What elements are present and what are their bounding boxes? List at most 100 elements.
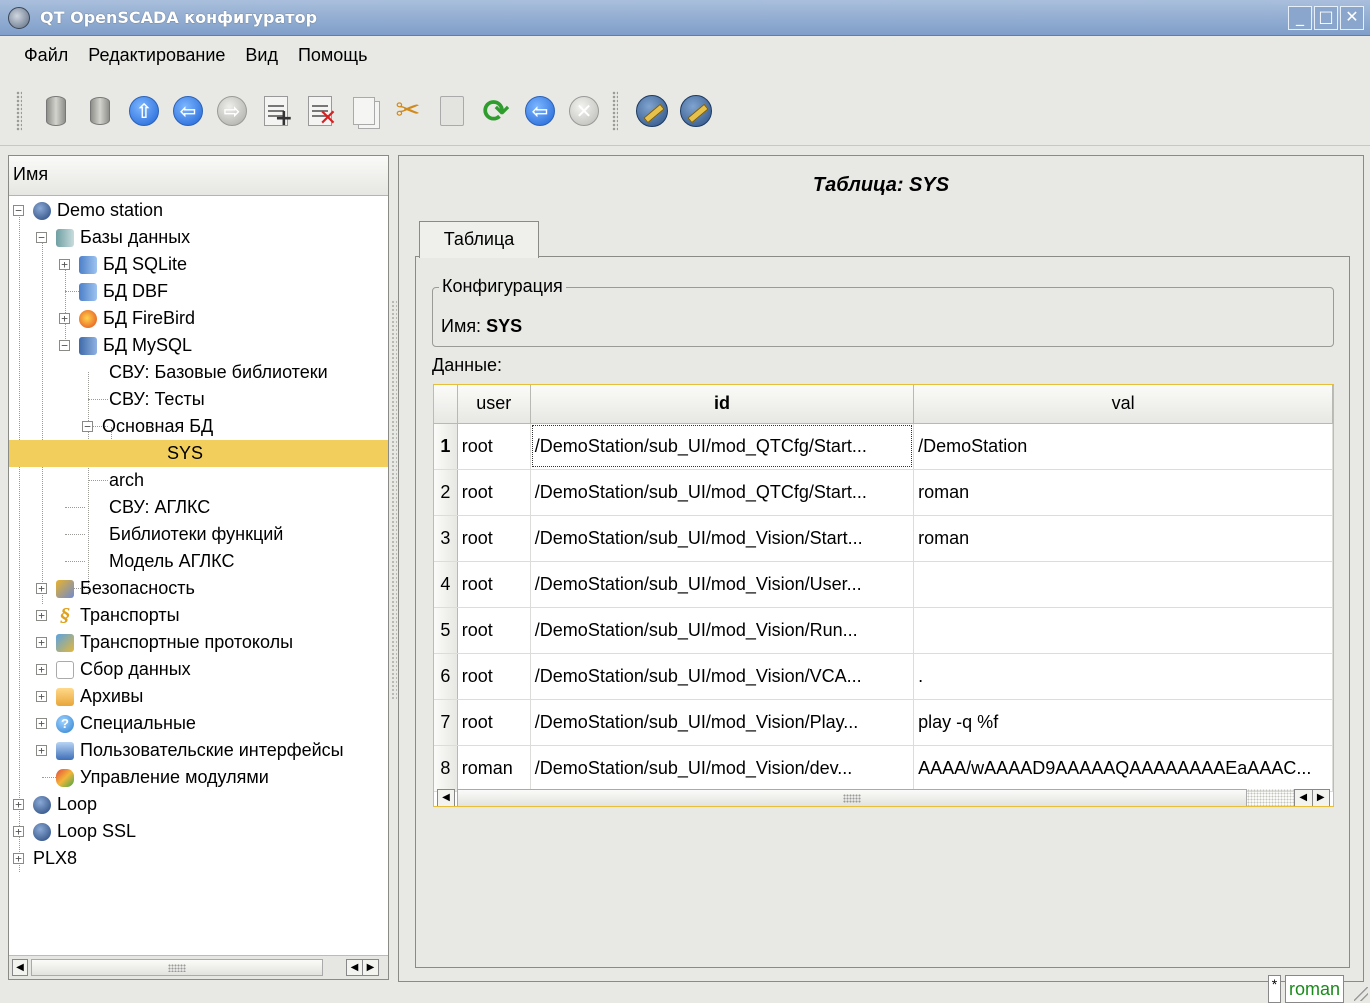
menu-help[interactable]: Помощь	[288, 45, 378, 66]
add-item-button[interactable]: +	[259, 94, 293, 131]
expand-icon[interactable]: +	[36, 664, 47, 675]
data-table[interactable]: user id val 1 root /DemoStation/sub_UI/m…	[433, 384, 1334, 807]
table-horizontal-scrollbar[interactable]: ◀ ◀ ▶	[437, 789, 1330, 806]
tree-node-archives[interactable]: + Архивы	[36, 683, 143, 710]
close-button[interactable]: ✕	[1340, 6, 1364, 30]
tree-node-svu-aglks[interactable]: СВУ: АГЛКС	[109, 494, 210, 521]
toolbar-grip[interactable]	[16, 90, 22, 131]
menu-view[interactable]: Вид	[235, 45, 288, 66]
scroll-thumb[interactable]	[457, 789, 1247, 806]
tree-node-arch[interactable]: arch	[109, 467, 144, 494]
tree-node-ui[interactable]: + Пользовательские интерфейсы	[36, 737, 344, 764]
menu-file[interactable]: Файл	[14, 45, 78, 66]
row-number[interactable]: 1	[434, 423, 458, 470]
collapse-icon[interactable]: −	[82, 421, 93, 432]
row-number[interactable]: 8	[434, 745, 458, 792]
expand-icon[interactable]: +	[59, 313, 70, 324]
table-corner[interactable]	[434, 385, 458, 424]
table-row[interactable]: 3 root /DemoStation/sub_UI/mod_Vision/St…	[434, 515, 1333, 562]
cell-val[interactable]: .	[913, 653, 1333, 700]
scroll-right-icon[interactable]: ▶	[362, 960, 378, 975]
tool-2-button[interactable]	[679, 94, 713, 128]
cell-val[interactable]: AAAA/wAAAAD9AAAAAQAAAAAAAAEaAAAC...	[913, 745, 1333, 792]
tree-node-db-firebird[interactable]: + БД FireBird	[59, 305, 195, 332]
db-load-button[interactable]	[39, 94, 73, 128]
tree-node-transports[interactable]: + § Транспорты	[36, 602, 180, 629]
cell-user[interactable]: root	[457, 515, 531, 562]
row-number[interactable]: 5	[434, 607, 458, 654]
cell-id[interactable]: /DemoStation/sub_UI/mod_Vision/User...	[530, 561, 915, 608]
panel-splitter[interactable]	[391, 300, 397, 700]
reload-button[interactable]: ⟳	[479, 92, 513, 130]
tree-node-svu-base-libs[interactable]: СВУ: Базовые библиотеки	[109, 359, 328, 386]
scroll-left-icon[interactable]: ◀	[1295, 790, 1312, 806]
tree-node-security[interactable]: + Безопасность	[36, 575, 195, 602]
scroll-left-icon[interactable]: ◀	[12, 959, 28, 976]
cell-id[interactable]: /DemoStation/sub_UI/mod_Vision/Play...	[530, 699, 915, 746]
tree-node-main-db[interactable]: − Основная БД	[82, 413, 213, 440]
cell-id[interactable]: /DemoStation/sub_UI/mod_Vision/VCA...	[530, 653, 915, 700]
db-save-button[interactable]	[83, 94, 117, 128]
collapse-icon[interactable]: −	[59, 340, 70, 351]
tree-node-svu-tests[interactable]: СВУ: Тесты	[109, 386, 205, 413]
row-number[interactable]: 7	[434, 699, 458, 746]
tree-node-databases[interactable]: − Базы данных	[36, 224, 190, 251]
cell-val[interactable]: play -q %f	[913, 699, 1333, 746]
table-row[interactable]: 1 root /DemoStation/sub_UI/mod_QTCfg/Sta…	[434, 423, 1333, 470]
table-row[interactable]: 7 root /DemoStation/sub_UI/mod_Vision/Pl…	[434, 699, 1333, 746]
scroll-arrows[interactable]: ◀ ▶	[346, 959, 379, 976]
column-header-val[interactable]: val	[913, 385, 1333, 424]
expand-icon[interactable]: +	[36, 745, 47, 756]
tool-1-button[interactable]	[635, 94, 669, 128]
forward-button[interactable]: ⇨	[215, 94, 249, 128]
cell-val[interactable]: roman	[913, 515, 1333, 562]
row-number[interactable]: 3	[434, 515, 458, 562]
start-button[interactable]: ⇦	[523, 94, 557, 128]
maximize-button[interactable]: □	[1314, 6, 1338, 30]
tree-node-func-libs[interactable]: Библиотеки функций	[109, 521, 283, 548]
expand-icon[interactable]: +	[13, 853, 24, 864]
expand-icon[interactable]: +	[36, 610, 47, 621]
cell-val[interactable]	[913, 561, 1333, 608]
tree-node-db-sqlite[interactable]: + БД SQLite	[59, 251, 187, 278]
paste-button[interactable]	[435, 94, 469, 128]
cell-id[interactable]: /DemoStation/sub_UI/mod_Vision/dev...	[530, 745, 915, 792]
tree-horizontal-scrollbar[interactable]: ◀ ◀ ▶	[9, 955, 388, 979]
cell-user[interactable]: roman	[457, 745, 531, 792]
cell-user[interactable]: root	[457, 699, 531, 746]
up-button[interactable]: ⇧	[127, 94, 161, 128]
table-row[interactable]: 5 root /DemoStation/sub_UI/mod_Vision/Ru…	[434, 607, 1333, 654]
cell-user[interactable]: root	[457, 653, 531, 700]
expand-icon[interactable]: +	[59, 259, 70, 270]
resize-grip-icon[interactable]	[1354, 987, 1368, 1001]
navigation-tree[interactable]: − Demo station − Базы данных + БД SQLite БД…	[9, 197, 388, 953]
expand-icon[interactable]: +	[36, 583, 47, 594]
table-row[interactable]: 6 root /DemoStation/sub_UI/mod_Vision/VC…	[434, 653, 1333, 700]
tree-column-header[interactable]: Имя	[9, 156, 388, 196]
cut-button[interactable]: ✂	[391, 93, 425, 128]
table-row[interactable]: 8 roman /DemoStation/sub_UI/mod_Vision/d…	[434, 745, 1333, 792]
back-button[interactable]: ⇦	[171, 94, 205, 128]
tree-node-protocols[interactable]: + Транспортные протоколы	[36, 629, 293, 656]
tree-node-sys[interactable]: SYS	[9, 440, 388, 467]
cell-user[interactable]: root	[457, 423, 531, 470]
scroll-arrows[interactable]: ◀ ▶	[1294, 789, 1330, 806]
expand-icon[interactable]: +	[13, 826, 24, 837]
collapse-icon[interactable]: −	[13, 205, 24, 216]
row-number[interactable]: 4	[434, 561, 458, 608]
row-number[interactable]: 6	[434, 653, 458, 700]
cell-user[interactable]: root	[457, 469, 531, 516]
table-row[interactable]: 4 root /DemoStation/sub_UI/mod_Vision/Us…	[434, 561, 1333, 608]
tree-node-model-aglks[interactable]: Модель АГЛКС	[109, 548, 234, 575]
tree-node-plx8[interactable]: + PLX8	[13, 845, 77, 872]
cell-val[interactable]: /DemoStation	[913, 423, 1333, 470]
tree-node-db-mysql[interactable]: − БД MySQL	[59, 332, 192, 359]
status-user[interactable]: roman	[1285, 975, 1345, 1003]
column-header-user[interactable]: user	[457, 385, 531, 424]
expand-icon[interactable]: +	[36, 691, 47, 702]
minimize-button[interactable]: _	[1288, 6, 1312, 30]
scroll-thumb[interactable]	[31, 959, 323, 976]
tree-node-db-dbf[interactable]: БД DBF	[59, 278, 168, 305]
column-header-id[interactable]: id	[530, 385, 915, 424]
cell-val[interactable]: roman	[913, 469, 1333, 516]
